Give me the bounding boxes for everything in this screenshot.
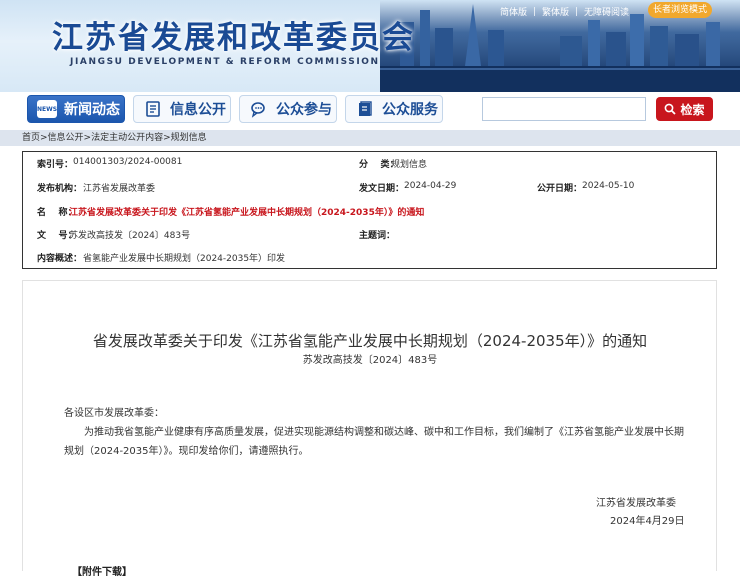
article-sign-date: 2024年4月29日 bbox=[610, 516, 685, 527]
book-icon bbox=[355, 100, 375, 118]
article-title: 省发展改革委关于印发《江苏省氢能产业发展中长期规划（2024-2035年）》的通… bbox=[92, 332, 648, 350]
nav-info-disclosure[interactable]: 信息公开 bbox=[133, 95, 231, 123]
search-button[interactable]: 检索 bbox=[656, 97, 713, 121]
info-row-index: 索引号： 014001303/2024-00081 分 类： 规划信息 bbox=[23, 157, 716, 180]
publisher-value: 江苏省发展改革委 bbox=[83, 184, 156, 194]
nav-participation-label: 公众参与 bbox=[276, 102, 332, 118]
publish-date-label: 公开日期： bbox=[537, 184, 583, 194]
chat-bubbles-icon bbox=[249, 100, 269, 118]
issue-date-value: 2024-04-29 bbox=[404, 181, 457, 191]
site-title: 江苏省发展和改革委员会 bbox=[52, 20, 415, 56]
info-row-summary: 内容概述： 省氢能产业发展中长期规划（2024-2035年）印发 bbox=[23, 251, 716, 274]
publisher-label: 发布机构： bbox=[37, 184, 83, 194]
docno-value: 苏发改高技发〔2024〕483号 bbox=[69, 231, 191, 241]
info-row-docno: 文 号： 苏发改高技发〔2024〕483号 主题词： bbox=[23, 228, 716, 251]
index-value: 014001303/2024-00081 bbox=[73, 157, 183, 167]
article-doc-number: 苏发改高技发〔2024〕483号 bbox=[302, 355, 438, 366]
search-icon bbox=[665, 103, 677, 115]
nav-service-label: 公众服务 bbox=[382, 102, 438, 118]
traditional-link[interactable]: 繁体版 bbox=[542, 5, 569, 18]
accessibility-link[interactable]: 无障碍阅读 bbox=[584, 5, 629, 18]
elder-mode-button[interactable]: 长者浏览模式 bbox=[648, 2, 712, 18]
summary-label: 内容概述： bbox=[37, 254, 83, 264]
name-value: 江苏省发展改革委关于印发《江苏省氢能产业发展中长期规划（2024-2035年）》… bbox=[69, 208, 425, 218]
article-signer: 江苏省发展改革委 bbox=[596, 498, 676, 509]
news-icon: NEWS bbox=[37, 100, 57, 118]
publish-date-value: 2024-05-10 bbox=[582, 181, 635, 191]
simplified-link[interactable]: 简体版 bbox=[500, 5, 527, 18]
site-subtitle: JIANGSU DEVELOPMENT & REFORM COMMISSION bbox=[70, 57, 380, 67]
nav-news[interactable]: NEWS 新闻动态 bbox=[27, 95, 125, 123]
category-value: 规划信息 bbox=[391, 160, 428, 170]
nav-public-participation[interactable]: 公众参与 bbox=[239, 95, 337, 123]
document-info-table: 索引号： 014001303/2024-00081 分 类： 规划信息 发布机构… bbox=[22, 151, 717, 269]
info-row-publisher: 发布机构： 江苏省发展改革委 发文日期： 2024-04-29 公开日期： 20… bbox=[23, 181, 716, 204]
info-row-name: 名 称： 江苏省发展改革委关于印发《江苏省氢能产业发展中长期规划（2024-20… bbox=[23, 205, 716, 228]
subject-label: 主题词： bbox=[359, 231, 396, 241]
divider bbox=[534, 6, 536, 16]
search-input[interactable] bbox=[482, 97, 646, 121]
search-button-label: 检索 bbox=[680, 102, 705, 117]
breadcrumb[interactable]: 首页>信息公开>法定主动公开内容>规划信息 bbox=[0, 130, 740, 146]
article-body: 为推动我省氢能产业健康有序高质量发展，促进实现能源结构调整和碳达峰、碳中和工作目… bbox=[64, 427, 684, 457]
nav-public-service[interactable]: 公众服务 bbox=[345, 95, 443, 123]
divider bbox=[576, 6, 578, 16]
document-icon bbox=[143, 100, 163, 118]
issue-date-label: 发文日期： bbox=[359, 184, 405, 194]
top-links: 简体版 繁体版 无障碍阅读 bbox=[500, 4, 629, 18]
summary-value: 省氢能产业发展中长期规划（2024-2035年）印发 bbox=[83, 254, 286, 264]
site-header: 江苏省发展和改革委员会 JIANGSU DEVELOPMENT & REFORM… bbox=[0, 0, 740, 92]
nav-info-label: 信息公开 bbox=[170, 102, 226, 118]
index-label: 索引号： bbox=[37, 160, 74, 170]
nav-news-label: 新闻动态 bbox=[64, 102, 120, 118]
article-salutation: 各设区市发展改革委： bbox=[64, 408, 164, 419]
